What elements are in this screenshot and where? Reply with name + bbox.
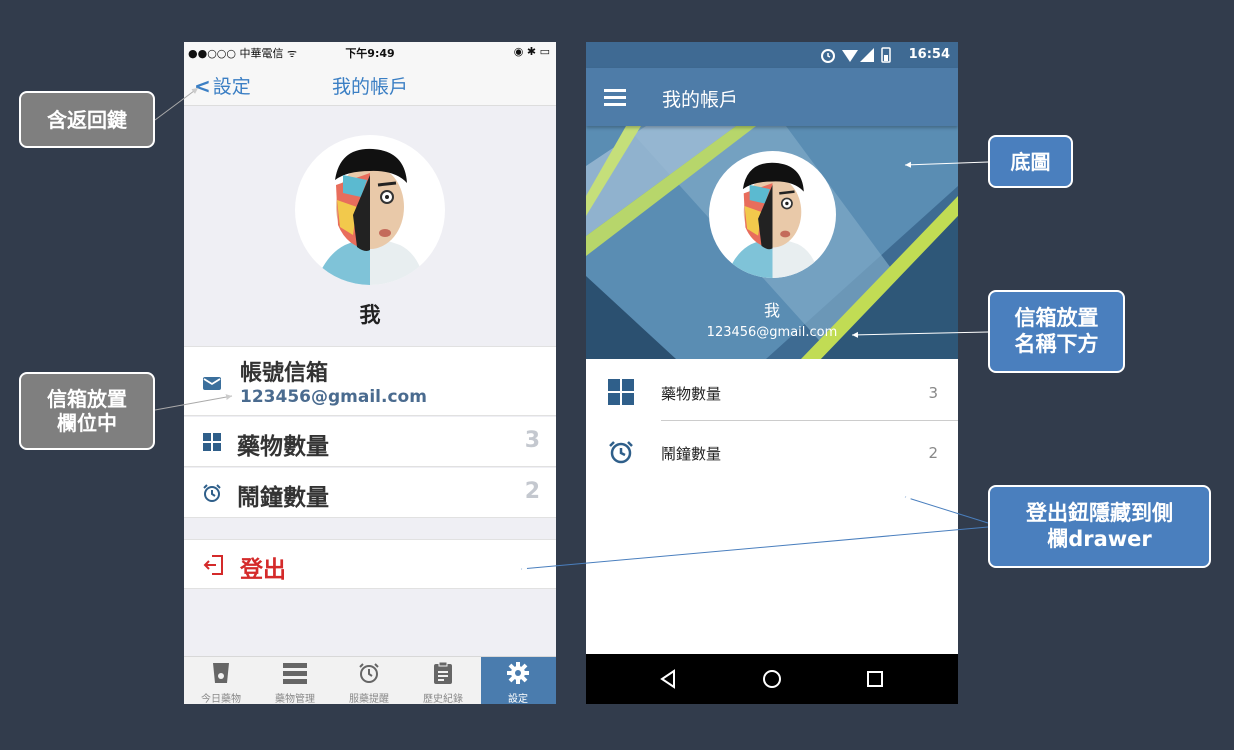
callout-text: 底圖 [1010, 149, 1051, 174]
android-status-bar: 16:54 [586, 42, 958, 68]
callout-back-key: 含返回鍵 [19, 91, 155, 148]
callout-text-line1: 信箱放置 [47, 387, 127, 411]
logout-button[interactable]: 登出 [184, 539, 556, 589]
medicine-count-value: 3 [524, 428, 540, 453]
cup-icon [209, 661, 233, 685]
status-icons [820, 46, 900, 68]
callout-text-line1: 登出鈕隱藏到側 [1026, 501, 1173, 526]
status-time: 下午9:49 [345, 47, 395, 60]
alarm-clock-icon [357, 661, 381, 685]
list-icon [283, 661, 307, 685]
status-icons: ◉ ✱ ▭ [513, 45, 550, 58]
profile-name: 我 [763, 301, 780, 320]
avatar[interactable] [709, 151, 836, 278]
email-field-label: 帳號信箱 [240, 361, 329, 386]
tab-label: 今日藥物 [201, 694, 241, 704]
clipboard-icon [431, 661, 455, 685]
gear-icon [506, 661, 530, 685]
callout-text: 含返回鍵 [47, 107, 127, 132]
header-background-image: 我 123456@gmail.com [586, 126, 958, 359]
callout-background-image: 底圖 [988, 135, 1073, 188]
logout-icon [202, 553, 223, 575]
grid-icon [202, 432, 222, 452]
page-title: 我的帳戶 [662, 89, 739, 111]
tab-settings[interactable]: 設定 [481, 657, 556, 704]
tab-medication-reminder[interactable]: 服藥提醒 [332, 657, 406, 704]
callout-email-in-field: 信箱放置 欄位中 [19, 372, 155, 450]
callout-text-line2: 名稱下方 [1014, 331, 1099, 356]
android-screen: 16:54 我的帳戶 我 123456@gmail.com 藥物數量 3 鬧鐘數… [586, 42, 958, 704]
alarm-count-value: 2 [524, 479, 540, 504]
page-title: 我的帳戶 [331, 76, 408, 98]
alarm-clock-icon [202, 483, 222, 503]
alarm-clock-icon [608, 439, 634, 465]
android-navigation-bar [586, 654, 958, 704]
recents-square-icon[interactable] [862, 666, 888, 692]
ios-status-bar: ●●○○○ 中華電信 ᯤ 下午9:49 ◉ ✱ ▭ [184, 42, 556, 62]
callout-email-below-name: 信箱放置 名稱下方 [988, 290, 1125, 373]
status-time: 16:54 [908, 47, 950, 62]
callout-text-line2: 欄drawer [1047, 526, 1152, 551]
tab-label: 設定 [508, 694, 528, 704]
tab-label: 歷史紀錄 [423, 694, 463, 704]
divider [661, 420, 958, 421]
profile-email: 123456@gmail.com [706, 325, 838, 340]
envelope-icon [202, 373, 222, 393]
alarm-count-value: 2 [928, 444, 938, 462]
back-triangle-icon[interactable] [656, 666, 682, 692]
profile-name: 我 [359, 303, 381, 327]
alarm-count-row[interactable]: 鬧鐘數量 2 [184, 468, 556, 518]
callout-text-line1: 信箱放置 [1014, 306, 1099, 331]
medicine-count-label: 藥物數量 [661, 385, 722, 403]
tab-label: 藥物管理 [275, 694, 315, 704]
medicine-count-row[interactable]: 藥物數量 3 [586, 362, 958, 422]
alarm-count-label: 鬧鐘數量 [661, 445, 722, 463]
callout-logout-hidden: 登出鈕隱藏到側 欄drawer [988, 485, 1211, 568]
avatar[interactable] [295, 135, 445, 285]
ios-nav-bar: < 設定 我的帳戶 [184, 62, 556, 106]
logout-label: 登出 [240, 557, 286, 583]
email-row[interactable]: 帳號信箱 123456@gmail.com [184, 346, 556, 416]
callout-text-line2: 欄位中 [57, 411, 117, 435]
grid-icon [608, 379, 634, 405]
tab-today-medicine[interactable]: 今日藥物 [184, 657, 258, 704]
medicine-count-value: 3 [928, 384, 938, 402]
tab-medicine-management[interactable]: 藥物管理 [258, 657, 332, 704]
medicine-count-label: 藥物數量 [237, 434, 329, 460]
tab-label: 服藥提醒 [349, 694, 389, 704]
alarm-count-label: 鬧鐘數量 [237, 485, 329, 511]
tab-bar: 今日藥物 藥物管理 服藥提醒 歷史紀錄 設定 [184, 656, 556, 704]
tab-history[interactable]: 歷史紀錄 [406, 657, 480, 704]
home-circle-icon[interactable] [759, 666, 785, 692]
email-field-value: 123456@gmail.com [240, 387, 427, 407]
medicine-count-row[interactable]: 藥物數量 3 [184, 417, 556, 467]
alarm-count-row[interactable]: 鬧鐘數量 2 [586, 422, 958, 482]
app-bar: 我的帳戶 [586, 68, 958, 126]
ios-screen: ●●○○○ 中華電信 ᯤ 下午9:49 ◉ ✱ ▭ < 設定 我的帳戶 我 帳號… [184, 42, 556, 704]
hamburger-menu-icon[interactable] [604, 88, 626, 106]
